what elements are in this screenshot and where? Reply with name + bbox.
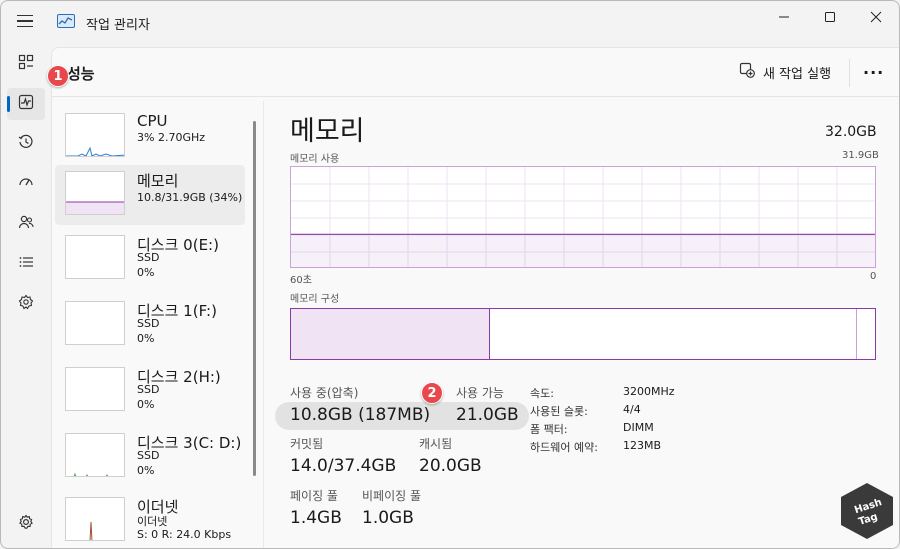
device-stat: 3% 2.70GHz <box>137 131 206 144</box>
history-icon <box>18 134 34 154</box>
spec-key-slots: 사용된 슬롯: <box>530 405 588 418</box>
disk-thumbnail-graph <box>65 367 125 411</box>
cached-label: 캐시됨 <box>419 437 453 451</box>
paged-pool-value: 1.4GB <box>290 508 342 528</box>
disk-thumbnail-graph <box>65 301 125 345</box>
device-type: 이더넷 <box>137 515 168 528</box>
device-type: SSD <box>137 449 160 462</box>
paged-pool-label: 페이징 풀 <box>290 489 338 503</box>
available-value: 21.0GB <box>456 405 519 425</box>
users-icon <box>18 214 34 234</box>
device-type: SSD <box>137 317 160 330</box>
details-icon <box>18 254 34 274</box>
maximize-icon[interactable] <box>807 1 853 33</box>
nav-performance[interactable] <box>7 88 45 120</box>
spec-key-speed: 속도: <box>530 387 554 400</box>
services-icon <box>18 294 34 314</box>
hashtag-watermark-logo: Hash Tag <box>839 481 895 541</box>
minimize-icon[interactable] <box>761 1 807 33</box>
hamburger-menu-icon[interactable] <box>13 11 37 31</box>
device-item-ethernet[interactable]: 이더넷 이더넷 S: 0 R: 24.0 Kbps <box>55 491 245 548</box>
annotation-badge-2: 2 <box>421 382 443 404</box>
composition-in-use <box>291 309 490 359</box>
nonpaged-pool-value: 1.0GB <box>362 508 414 528</box>
nonpaged-pool-label: 비페이징 풀 <box>362 489 422 503</box>
settings-icon <box>18 514 34 534</box>
page-title: 성능 <box>67 65 95 83</box>
disk-thumbnail-graph <box>65 235 125 279</box>
cpu-thumbnail-graph <box>65 113 125 157</box>
startup-icon <box>18 174 34 194</box>
device-stat: 10.8/31.9GB (34%) <box>137 191 243 204</box>
nav-details[interactable] <box>7 248 45 280</box>
performance-icon <box>18 94 34 114</box>
device-item-disk-0[interactable]: 디스크 0(E:) SSD 0% <box>55 229 245 289</box>
ethernet-thumbnail-graph <box>65 497 125 541</box>
cached-value: 20.0GB <box>419 456 482 476</box>
spec-value-form-factor: DIMM <box>623 421 654 434</box>
device-item-disk-2[interactable]: 디스크 2(H:) SSD 0% <box>55 361 245 421</box>
time-axis-left: 60초 <box>290 275 312 286</box>
device-name: 메모리 <box>137 172 179 190</box>
new-task-icon <box>739 62 755 82</box>
memory-composition-bar <box>290 308 876 360</box>
committed-value: 14.0/37.4GB <box>290 456 397 476</box>
title-bar: 작업 관리자 <box>1 1 899 37</box>
device-stat: 0% <box>137 266 155 279</box>
memory-composition-label: 메모리 구성 <box>290 294 340 305</box>
list-divider <box>263 101 264 548</box>
memory-thumbnail-graph <box>65 171 125 215</box>
spec-key-form-factor: 폼 팩터: <box>530 423 568 436</box>
new-task-button[interactable]: 새 작업 실행 <box>739 59 831 85</box>
nav-app-history[interactable] <box>7 128 45 160</box>
more-options-button[interactable]: ··· <box>863 63 884 82</box>
device-stat: 0% <box>137 332 155 345</box>
device-type: SSD <box>137 383 160 396</box>
device-stat: 0% <box>137 398 155 411</box>
device-item-disk-1[interactable]: 디스크 1(F:) SSD 0% <box>55 295 245 355</box>
memory-usage-max: 31.9GB <box>842 150 879 161</box>
nav-settings[interactable] <box>7 508 45 540</box>
active-indicator <box>7 96 10 112</box>
detail-total: 32.0GB <box>825 124 877 140</box>
available-label: 사용 가능 <box>456 386 504 400</box>
annotation-badge-1: 1 <box>47 65 69 87</box>
usage-area <box>291 234 875 267</box>
spec-value-speed: 3200MHz <box>623 385 675 398</box>
spec-key-hw-reserved: 하드웨어 예약: <box>530 441 598 454</box>
in-use-value: 10.8GB (187MB) <box>290 405 431 425</box>
device-stat: S: 0 R: 24.0 Kbps <box>137 528 232 541</box>
spec-value-hw-reserved: 123MB <box>623 439 662 452</box>
spec-value-slots: 4/4 <box>623 403 641 416</box>
device-item-cpu[interactable]: CPU 3% 2.70GHz <box>55 107 245 167</box>
time-axis-right: 0 <box>870 271 877 282</box>
window-title: 작업 관리자 <box>86 18 150 33</box>
memory-usage-label: 메모리 사용 <box>290 154 340 165</box>
device-item-disk-3[interactable]: 디스크 3(C: D:) SSD 0% <box>55 427 245 487</box>
device-name: CPU <box>137 112 168 130</box>
nav-users[interactable] <box>7 208 45 240</box>
processes-icon <box>18 54 34 74</box>
device-type: SSD <box>137 251 160 264</box>
close-icon[interactable] <box>853 1 899 33</box>
nav-startup-apps[interactable] <box>7 168 45 200</box>
device-item-memory[interactable]: 메모리 10.8/31.9GB (34%) <box>55 165 245 225</box>
composition-modified <box>856 309 857 359</box>
memory-usage-graph <box>290 166 876 268</box>
new-task-label: 새 작업 실행 <box>763 66 832 82</box>
nav-services[interactable] <box>7 288 45 320</box>
device-stat: 0% <box>137 464 155 477</box>
header-separator <box>849 59 850 87</box>
disk-thumbnail-graph <box>65 433 125 477</box>
nav-processes[interactable] <box>7 48 45 80</box>
task-manager-app-icon <box>57 14 75 28</box>
detail-title: 메모리 <box>290 116 365 147</box>
device-list-scrollbar[interactable] <box>253 121 256 476</box>
committed-label: 커밋됨 <box>290 437 324 451</box>
task-manager-window: 작업 관리자 성능 새 작업 실행 ··· CPU 3% 2.70GHz 메모리… <box>0 0 900 549</box>
header-divider <box>52 96 899 97</box>
in-use-label: 사용 중(압축) <box>290 386 359 400</box>
